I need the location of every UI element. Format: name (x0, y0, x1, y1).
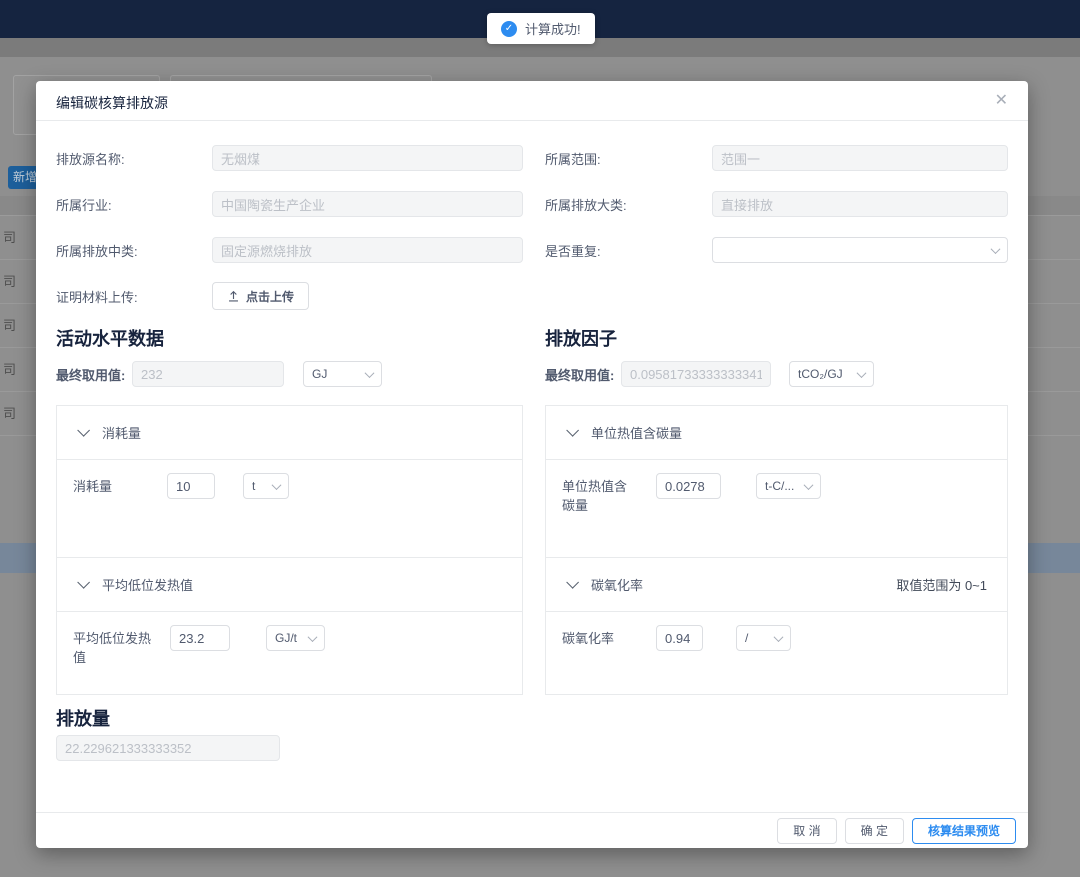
carbon-content-unit: t-C/... (765, 479, 794, 493)
upload-label: 证明材料上传: (56, 287, 212, 306)
chevron-down-icon (804, 480, 814, 490)
panel-body-consumption: 消耗量 t (57, 460, 522, 558)
panel-header-carbon-content[interactable]: 单位热值含碳量 (546, 406, 1007, 460)
panel-header-heating-value[interactable]: 平均低位发热值 (57, 558, 522, 612)
activity-unit-value: GJ (312, 367, 327, 381)
activity-title: 活动水平数据 (56, 325, 545, 347)
oxidation-rate-unit: / (745, 631, 748, 645)
toast-message: ✓ 计算成功! (487, 13, 595, 44)
factor-section: 排放因子 最终取用值: tCO₂/GJ 单位热值含碳量 (545, 325, 1008, 695)
industry-label: 所属行业: (56, 195, 212, 214)
factor-title: 排放因子 (545, 325, 1008, 347)
modal-body: 排放源名称: 所属行业: 所属排放中类: 证明材料上传: 点击上传 (36, 121, 1028, 761)
oxidation-rate-label: 碳氧化率 (562, 625, 640, 648)
heating-value-unit: GJ/t (275, 631, 297, 645)
form-row-industry: 所属行业: (56, 191, 545, 217)
emission-title: 排放量 (56, 705, 1008, 727)
heating-value-label: 平均低位发热值 (73, 625, 151, 667)
form-column-left: 排放源名称: 所属行业: 所属排放中类: 证明材料上传: 点击上传 (56, 145, 545, 325)
activity-final-label: 最终取用值: (56, 365, 132, 384)
form-row-duplicate: 是否重复: (545, 237, 1008, 263)
form-grid: 排放源名称: 所属行业: 所属排放中类: 证明材料上传: 点击上传 (56, 145, 1008, 325)
emission-section: 排放量 (56, 705, 1008, 761)
modal-title: 编辑碳核算排放源 (56, 95, 168, 111)
factor-panels: 单位热值含碳量 单位热值含碳量 t-C/... 碳氧化率 取值范围为 0~1 (545, 405, 1008, 695)
oxidation-rate-unit-select[interactable]: / (736, 625, 791, 651)
upload-button[interactable]: 点击上传 (212, 282, 309, 310)
activity-final-input[interactable] (132, 361, 284, 387)
edit-emission-source-modal: 编辑碳核算排放源 ✕ 排放源名称: 所属行业: 所属排放中类: 证明材 (36, 81, 1028, 848)
form-column-right: 所属范围: 所属排放大类: 是否重复: (545, 145, 1008, 325)
carbon-content-input[interactable] (656, 473, 721, 499)
collapse-chevron-icon (566, 424, 579, 437)
chevron-down-icon (272, 480, 282, 490)
source-name-label: 排放源名称: (56, 149, 212, 168)
duplicate-select[interactable] (712, 237, 1008, 263)
carbon-content-label: 单位热值含碳量 (562, 473, 632, 515)
consumption-unit-value: t (252, 479, 255, 493)
upload-icon (227, 290, 240, 303)
major-class-input[interactable] (712, 191, 1008, 217)
activity-section: 活动水平数据 最终取用值: GJ 消耗量 消耗量 (56, 325, 545, 695)
modal-footer: 取 消 确 定 核算结果预览 (36, 812, 1028, 848)
panel-body-oxidation-rate: 碳氧化率 / (546, 612, 1007, 694)
factor-final-input[interactable] (621, 361, 771, 387)
scope-label: 所属范围: (545, 149, 712, 168)
form-row-source-name: 排放源名称: (56, 145, 545, 171)
heating-value-unit-select[interactable]: GJ/t (266, 625, 325, 651)
form-row-middle-class: 所属排放中类: (56, 237, 545, 263)
activity-panels: 消耗量 消耗量 t 平均低位发热值 (56, 405, 523, 695)
success-check-icon: ✓ (501, 21, 517, 37)
preview-result-button[interactable]: 核算结果预览 (912, 818, 1016, 844)
collapse-chevron-icon (566, 576, 579, 589)
industry-input[interactable] (212, 191, 523, 217)
form-row-scope: 所属范围: (545, 145, 1008, 171)
chevron-down-icon (365, 368, 375, 378)
confirm-button[interactable]: 确 定 (845, 818, 904, 844)
consumption-label: 消耗量 (73, 473, 151, 496)
chevron-down-icon (857, 368, 867, 378)
middle-class-label: 所属排放中类: (56, 241, 212, 260)
factor-final-label: 最终取用值: (545, 365, 621, 384)
oxidation-rate-input[interactable] (656, 625, 703, 651)
sections-grid: 活动水平数据 最终取用值: GJ 消耗量 消耗量 (56, 325, 1008, 695)
factor-unit-select[interactable]: tCO₂/GJ (789, 361, 874, 387)
panel-header-label: 消耗量 (102, 423, 141, 442)
chevron-down-icon (308, 632, 318, 642)
form-row-upload: 证明材料上传: 点击上传 (56, 283, 545, 309)
upload-button-label: 点击上传 (246, 288, 294, 305)
panel-body-carbon-content: 单位热值含碳量 t-C/... (546, 460, 1007, 558)
emission-amount-input[interactable] (56, 735, 280, 761)
panel-body-heating-value: 平均低位发热值 GJ/t (57, 612, 522, 694)
carbon-content-unit-select[interactable]: t-C/... (756, 473, 821, 499)
panel-header-label: 碳氧化率 (591, 575, 643, 594)
form-row-major-class: 所属排放大类: (545, 191, 1008, 217)
panel-header-consumption[interactable]: 消耗量 (57, 406, 522, 460)
panel-header-label: 单位热值含碳量 (591, 423, 682, 442)
collapse-chevron-icon (77, 576, 90, 589)
factor-final-row: 最终取用值: tCO₂/GJ (545, 361, 1008, 387)
chevron-down-icon (991, 244, 1001, 254)
duplicate-label: 是否重复: (545, 241, 712, 260)
source-name-input[interactable] (212, 145, 523, 171)
panel-header-label: 平均低位发热值 (102, 575, 193, 594)
panel-header-oxidation-rate[interactable]: 碳氧化率 取值范围为 0~1 (546, 558, 1007, 612)
oxidation-rate-range-note: 取值范围为 0~1 (896, 575, 987, 594)
middle-class-input[interactable] (212, 237, 523, 263)
modal-header: 编辑碳核算排放源 ✕ (36, 81, 1028, 121)
cancel-button[interactable]: 取 消 (777, 818, 836, 844)
collapse-chevron-icon (77, 424, 90, 437)
activity-final-row: 最终取用值: GJ (56, 361, 545, 387)
activity-unit-select[interactable]: GJ (303, 361, 382, 387)
major-class-label: 所属排放大类: (545, 195, 712, 214)
heating-value-input[interactable] (170, 625, 230, 651)
toast-text: 计算成功! (525, 19, 581, 38)
consumption-input[interactable] (167, 473, 215, 499)
factor-unit-value: tCO₂/GJ (798, 367, 843, 381)
consumption-unit-select[interactable]: t (243, 473, 289, 499)
close-icon[interactable]: ✕ (995, 91, 1008, 111)
chevron-down-icon (774, 632, 784, 642)
scope-input[interactable] (712, 145, 1008, 171)
